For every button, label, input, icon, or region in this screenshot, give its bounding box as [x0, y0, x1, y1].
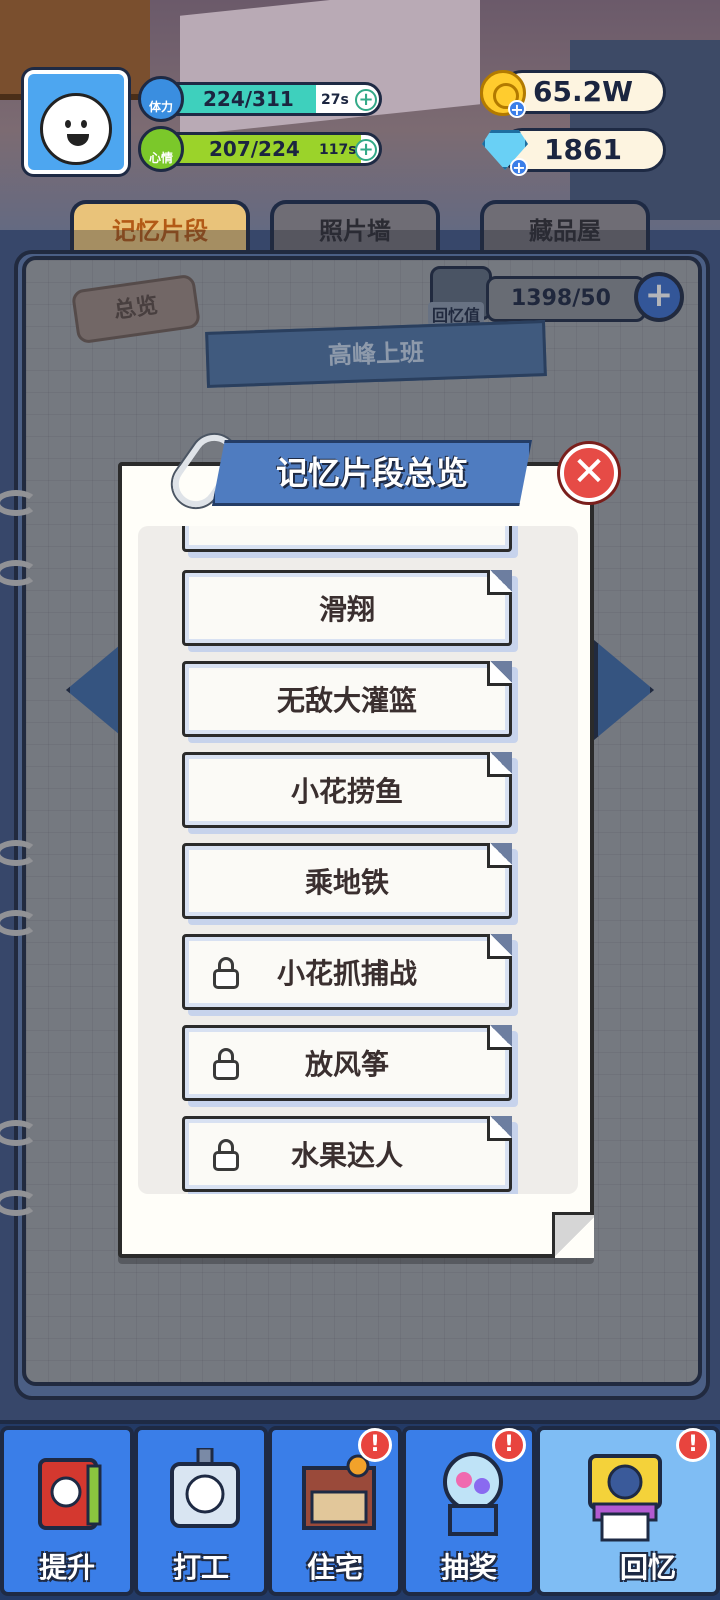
- lock-icon: [213, 1139, 239, 1171]
- list-item-locked[interactable]: 小花抓捕战: [182, 934, 512, 1010]
- nav-label: 打工: [172, 1551, 229, 1584]
- list-item-label: 放风筝: [304, 1048, 389, 1081]
- page-curl-icon: [552, 1212, 594, 1258]
- nav-label: 抽奖: [440, 1551, 497, 1584]
- list-item-locked[interactable]: 水果达人: [182, 1116, 512, 1192]
- id-card-icon: [170, 1448, 240, 1528]
- mood-bar: 207/224 117s +: [150, 132, 382, 166]
- list-item-label: 小花捞鱼: [290, 775, 403, 808]
- nav-residence[interactable]: ! 住宅: [268, 1426, 402, 1596]
- player-avatar[interactable]: [24, 70, 128, 174]
- stamina-bar: 224/311 27s +: [150, 82, 382, 116]
- stamina-plus-button[interactable]: +: [355, 89, 377, 111]
- heart-icon: 心情: [138, 126, 184, 172]
- close-button[interactable]: ✕: [560, 444, 618, 502]
- coins-value: 65.2W: [533, 75, 633, 108]
- mood-label: 心情: [148, 150, 173, 165]
- modal-title: 记忆片段总览: [212, 440, 532, 506]
- memory-list[interactable]: 滑翔 无敌大灌篮 小花捞鱼 乘地铁 小花抓捕战 放风筝 水果达人: [138, 526, 578, 1194]
- dumbbell-icon: 体力: [138, 76, 184, 122]
- list-item-label: 小花抓捕战: [276, 957, 417, 990]
- nav-label: 提升: [38, 1551, 95, 1584]
- notification-badge: !: [676, 1428, 710, 1462]
- list-item[interactable]: 无敌大灌篮: [182, 661, 512, 737]
- list-item-partial[interactable]: [182, 526, 512, 552]
- nav-label: 回忆: [619, 1551, 676, 1584]
- notification-badge: !: [492, 1428, 526, 1462]
- gacha-machine-icon: [443, 1452, 503, 1536]
- smiley-face-icon: [40, 93, 112, 165]
- list-item-label: 乘地铁: [304, 866, 389, 899]
- nav-work[interactable]: 打工: [134, 1426, 268, 1596]
- mood-plus-button[interactable]: +: [355, 139, 377, 161]
- mood-value: 207/224: [209, 137, 300, 161]
- coins-plus-button[interactable]: +: [508, 100, 526, 118]
- lock-icon: [213, 957, 239, 989]
- gems-value: 1861: [544, 133, 622, 166]
- list-item-label: 滑翔: [318, 593, 375, 626]
- notification-badge: !: [358, 1428, 392, 1462]
- nav-upgrade[interactable]: 提升: [0, 1426, 134, 1596]
- house-icon: [302, 1454, 376, 1530]
- list-item[interactable]: 滑翔: [182, 570, 512, 646]
- list-item-label: 无敌大灌篮: [276, 684, 417, 717]
- nav-memories[interactable]: ! 回忆: [536, 1426, 720, 1596]
- camera-icon: [588, 1454, 662, 1542]
- list-item[interactable]: 小花捞鱼: [182, 752, 512, 828]
- gems-plus-button[interactable]: +: [510, 158, 528, 176]
- lock-icon: [213, 1048, 239, 1080]
- mood-timer: 117s: [319, 142, 357, 158]
- list-item[interactable]: 乘地铁: [182, 843, 512, 919]
- list-item-label: 水果达人: [290, 1139, 403, 1172]
- book-icon: [38, 1458, 102, 1530]
- nav-lottery[interactable]: ! 抽奖: [402, 1426, 536, 1596]
- list-item-locked[interactable]: 放风筝: [182, 1025, 512, 1101]
- nav-label: 住宅: [306, 1551, 363, 1584]
- stamina-value: 224/311: [203, 87, 294, 111]
- stamina-label: 体力: [148, 99, 173, 114]
- stamina-timer: 27s: [321, 92, 349, 108]
